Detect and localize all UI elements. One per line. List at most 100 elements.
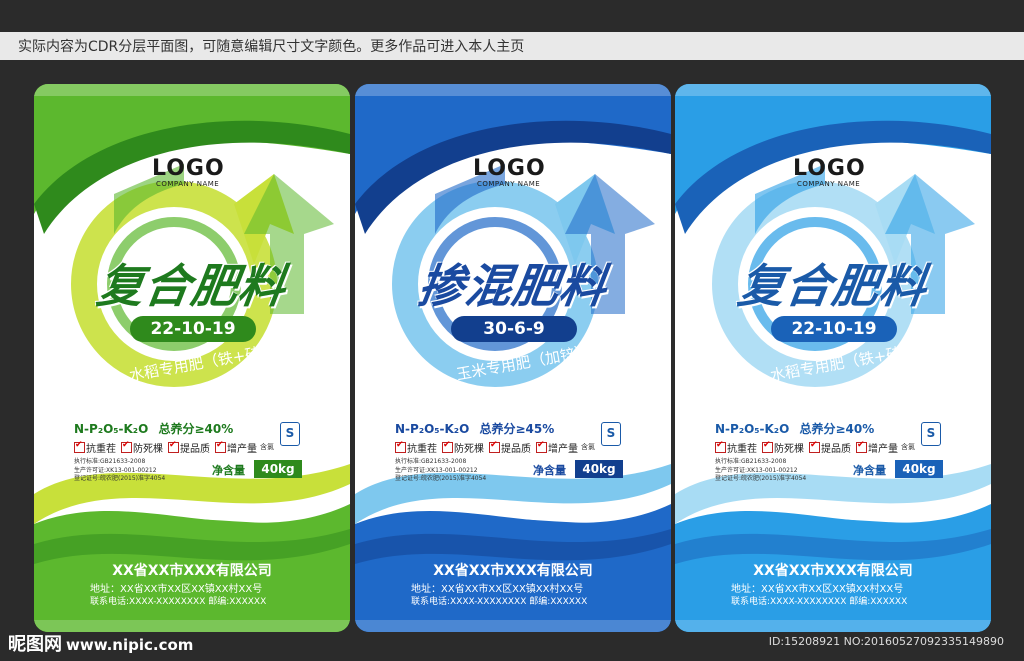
feature-list: 抗重茬 防死棵 提品质 增产量 bbox=[715, 440, 903, 455]
nutrient-formula: N-P₂O₅-K₂O 总养分≥45% bbox=[395, 420, 554, 437]
checkbox-icon bbox=[489, 440, 500, 453]
logo: LOGO bbox=[152, 156, 225, 181]
product-title: 复合肥料 bbox=[93, 259, 290, 313]
checkbox-icon bbox=[809, 440, 820, 453]
feature-item: 防死棵 bbox=[121, 440, 163, 455]
spec-standard: 执行标准:GB21633-2008 bbox=[715, 458, 787, 465]
net-weight-value: 40kg bbox=[895, 460, 943, 478]
company-name: XX省XX市XXX有限公司 bbox=[433, 563, 593, 579]
spec-registration: 登记证号:皖农肥(2015)准字4054 bbox=[395, 475, 487, 482]
quality-mark-icon: S bbox=[280, 422, 300, 446]
feature-label: 抗重茬 bbox=[86, 444, 116, 455]
image-id: ID:15208921 NO:20160527092335149890 bbox=[768, 635, 1004, 648]
spec-license: 生产许可证:XK13-001-00212 bbox=[715, 466, 798, 474]
feature-item: 抗重茬 bbox=[715, 440, 757, 455]
checkbox-icon bbox=[715, 440, 726, 453]
feature-item: 抗重茬 bbox=[395, 440, 437, 455]
feature-label: 增产量 bbox=[548, 444, 578, 455]
feature-label: 提品质 bbox=[821, 444, 851, 455]
product-title: 复合肥料 bbox=[734, 259, 931, 313]
formula-prefix: N-P₂O₅-K₂O bbox=[74, 422, 149, 436]
feature-label: 防死棵 bbox=[454, 444, 484, 455]
formula-code-badge: 30-6-9 bbox=[451, 316, 577, 342]
checkbox-icon bbox=[121, 440, 132, 453]
spec-block: 执行标准:GB21633-2008 生产许可证:XK13-001-00212 登… bbox=[715, 458, 806, 484]
logo: LOGO bbox=[793, 156, 866, 181]
company-name: XX省XX市XXX有限公司 bbox=[112, 563, 272, 579]
fertilizer-bag: LOGO COMPANY NAME 掺混肥料 30-6-9 玉米专用肥（加锌） … bbox=[355, 84, 671, 632]
company-name: XX省XX市XXX有限公司 bbox=[753, 563, 913, 579]
spec-block: 执行标准:GB21633-2008 生产许可证:XK13-001-00212 登… bbox=[395, 458, 486, 484]
info-banner: 实际内容为CDR分层平面图，可随意编辑尺寸文字颜色。更多作品可进入本人主页 bbox=[0, 32, 1024, 60]
spec-standard: 执行标准:GB21633-2008 bbox=[395, 458, 467, 465]
net-weight-value: 40kg bbox=[254, 460, 302, 478]
spec-standard: 执行标准:GB21633-2008 bbox=[74, 458, 146, 465]
net-weight-label: 净含量 bbox=[853, 464, 886, 477]
feature-label: 防死棵 bbox=[774, 444, 804, 455]
feature-item: 增产量 bbox=[536, 440, 578, 455]
company-name-small: COMPANY NAME bbox=[477, 180, 541, 188]
net-weight-label: 净含量 bbox=[212, 464, 245, 477]
net-weight-label: 净含量 bbox=[533, 464, 566, 477]
formula-total: 总养分≥40% bbox=[158, 422, 234, 436]
chlorine-label: 含氯 bbox=[581, 443, 595, 451]
feature-label: 防死棵 bbox=[133, 444, 163, 455]
formula-prefix: N-P₂O₅-K₂O bbox=[715, 422, 790, 436]
feature-item: 防死棵 bbox=[442, 440, 484, 455]
fertilizer-bag: LOGO COMPANY NAME 复合肥料 22-10-19 水稻专用肥（铁+… bbox=[34, 84, 350, 632]
quality-mark-icon: S bbox=[601, 422, 621, 446]
fertilizer-bag: LOGO COMPANY NAME 复合肥料 22-10-19 水稻专用肥（铁+… bbox=[675, 84, 991, 632]
company-name-small: COMPANY NAME bbox=[797, 180, 861, 188]
checkbox-icon bbox=[762, 440, 773, 453]
feature-item: 抗重茬 bbox=[74, 440, 116, 455]
feature-list: 抗重茬 防死棵 提品质 增产量 bbox=[395, 440, 583, 455]
company-address: 地址：XX省XX市XX区XX镇XX村XX号 bbox=[411, 584, 584, 595]
nutrient-formula: N-P₂O₅-K₂O 总养分≥40% bbox=[715, 420, 874, 437]
feature-label: 提品质 bbox=[501, 444, 531, 455]
feature-item: 增产量 bbox=[215, 440, 257, 455]
checkbox-icon bbox=[74, 440, 85, 453]
formula-code-badge: 22-10-19 bbox=[130, 316, 256, 342]
feature-item: 防死棵 bbox=[762, 440, 804, 455]
spec-block: 执行标准:GB21633-2008 生产许可证:XK13-001-00212 登… bbox=[74, 458, 165, 484]
spec-license: 生产许可证:XK13-001-00212 bbox=[74, 466, 157, 474]
spec-license: 生产许可证:XK13-001-00212 bbox=[395, 466, 478, 474]
feature-label: 抗重茬 bbox=[727, 444, 757, 455]
checkbox-icon bbox=[536, 440, 547, 453]
checkbox-icon bbox=[395, 440, 406, 453]
spec-registration: 登记证号:皖农肥(2015)准字4054 bbox=[715, 475, 807, 482]
checkbox-icon bbox=[168, 440, 179, 453]
spec-registration: 登记证号:皖农肥(2015)准字4054 bbox=[74, 475, 166, 482]
company-name-small: COMPANY NAME bbox=[156, 180, 220, 188]
company-address: 地址：XX省XX市XX区XX镇XX村XX号 bbox=[90, 584, 263, 595]
nipic-watermark: 昵图网 www.nipic.com bbox=[8, 630, 193, 656]
checkbox-icon bbox=[442, 440, 453, 453]
formula-code-badge: 22-10-19 bbox=[771, 316, 897, 342]
feature-item: 提品质 bbox=[168, 440, 210, 455]
feature-label: 增产量 bbox=[868, 444, 898, 455]
nutrient-formula: N-P₂O₅-K₂O 总养分≥40% bbox=[74, 420, 233, 437]
quality-mark-icon: S bbox=[921, 422, 941, 446]
formula-total: 总养分≥40% bbox=[799, 422, 875, 436]
company-address: 地址：XX省XX市XX区XX镇XX村XX号 bbox=[731, 584, 904, 595]
watermark-brand: 昵图网 bbox=[8, 634, 62, 655]
company-phone: 联系电话:XXXX-XXXXXXXX 邮编:XXXXXX bbox=[411, 597, 588, 607]
feature-list: 抗重茬 防死棵 提品质 增产量 bbox=[74, 440, 262, 455]
banner-text: 实际内容为CDR分层平面图，可随意编辑尺寸文字颜色。更多作品可进入本人主页 bbox=[18, 39, 525, 55]
formula-total: 总养分≥45% bbox=[479, 422, 555, 436]
net-weight-value: 40kg bbox=[575, 460, 623, 478]
feature-item: 提品质 bbox=[809, 440, 851, 455]
formula-prefix: N-P₂O₅-K₂O bbox=[395, 422, 470, 436]
checkbox-icon bbox=[856, 440, 867, 453]
checkbox-icon bbox=[215, 440, 226, 453]
chlorine-label: 含氯 bbox=[901, 443, 915, 451]
logo: LOGO bbox=[473, 156, 546, 181]
feature-item: 提品质 bbox=[489, 440, 531, 455]
company-phone: 联系电话:XXXX-XXXXXXXX 邮编:XXXXXX bbox=[731, 597, 908, 607]
feature-label: 提品质 bbox=[180, 444, 210, 455]
company-phone: 联系电话:XXXX-XXXXXXXX 邮编:XXXXXX bbox=[90, 597, 267, 607]
chlorine-label: 含氯 bbox=[260, 443, 274, 451]
feature-item: 增产量 bbox=[856, 440, 898, 455]
product-title: 掺混肥料 bbox=[414, 259, 611, 313]
feature-label: 抗重茬 bbox=[407, 444, 437, 455]
